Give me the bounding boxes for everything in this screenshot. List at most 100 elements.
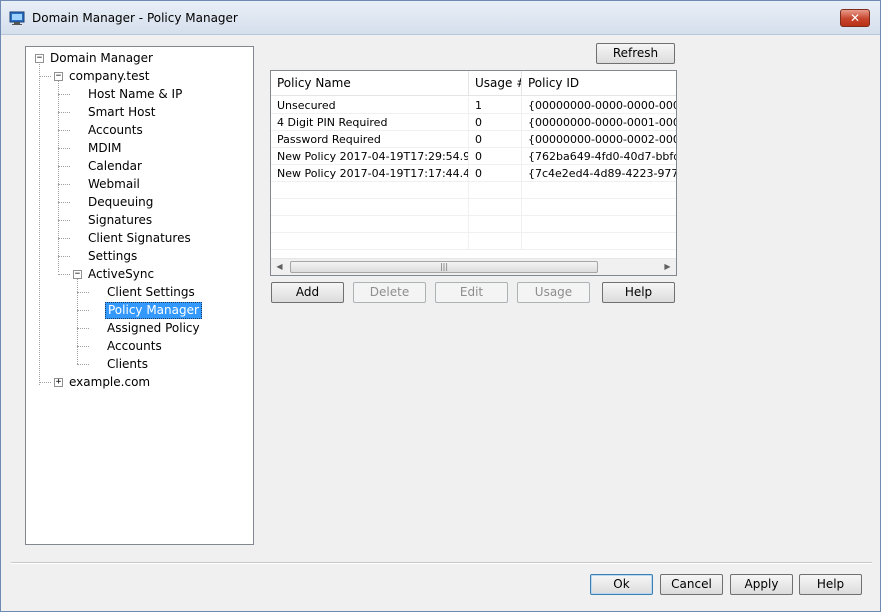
tree-item-mdim[interactable]: MDIM: [86, 140, 124, 157]
usage-cell: 1: [469, 97, 522, 114]
empty-cell: [469, 182, 522, 199]
tree-connector: [77, 364, 89, 365]
policy-id-cell: {00000000-0000-0001-0000-00: [528, 116, 676, 129]
tree-connector: [58, 202, 70, 203]
tree-connector: [39, 59, 40, 385]
table-row[interactable]: Password Required 0 {00000000-0000-0002-…: [271, 131, 676, 148]
tree-item-clients[interactable]: Clients: [105, 356, 150, 373]
tree-connector: [58, 256, 70, 257]
tree-item-activesync-accounts[interactable]: Accounts: [105, 338, 164, 355]
tree-item-client-settings[interactable]: Client Settings: [105, 284, 197, 301]
policy-id-cell: {762ba649-4fd0-40d7-bbfd-45: [528, 150, 676, 163]
tree-domain-company-test[interactable]: company.test: [67, 68, 151, 85]
tree-item-smart-host[interactable]: Smart Host: [86, 104, 157, 121]
tree-connector: [77, 278, 78, 364]
tree-connector: [58, 80, 59, 272]
tree-item-webmail[interactable]: Webmail: [86, 176, 142, 193]
close-button[interactable]: ✕: [840, 9, 870, 27]
expand-toggle-example-com[interactable]: +: [54, 378, 63, 387]
column-header-usage[interactable]: Usage #: [469, 71, 522, 96]
title-bar: Domain Manager - Policy Manager ✕: [1, 1, 880, 35]
table-row[interactable]: New Policy 2017-04-19T17:17:44.462Z 0 {7…: [271, 165, 676, 182]
cancel-button[interactable]: Cancel: [660, 574, 723, 595]
empty-cell: [469, 216, 522, 233]
tree-connector: [58, 238, 70, 239]
tree-connector: [58, 148, 70, 149]
domain-tree[interactable]: − Domain Manager − company.test Host Nam…: [25, 46, 254, 545]
tree-connector: [77, 346, 89, 347]
policy-id-cell: {00000000-0000-0002-0000-00: [528, 133, 676, 146]
collapse-toggle-company-test[interactable]: −: [54, 72, 63, 81]
domain-manager-app-icon: [9, 11, 25, 25]
tree-root-domain-manager[interactable]: Domain Manager: [48, 50, 155, 67]
usage-cell: 0: [469, 114, 522, 131]
usage-cell: 0: [469, 165, 522, 182]
tree-connector: [58, 166, 70, 167]
tree-item-host-name-ip[interactable]: Host Name & IP: [86, 86, 184, 103]
empty-row: [271, 216, 676, 233]
scroll-left-icon[interactable]: ◀: [271, 259, 288, 275]
policy-name-cell: New Policy 2017-04-19T17:29:54.968Z: [271, 148, 469, 165]
usage-cell: 0: [469, 131, 522, 148]
collapse-toggle-domain-manager[interactable]: −: [35, 54, 44, 63]
tree-connector: [39, 382, 51, 383]
tree-item-dequeuing[interactable]: Dequeuing: [86, 194, 155, 211]
column-header-policy-name[interactable]: Policy Name: [271, 71, 469, 96]
help-button[interactable]: Help: [602, 282, 675, 303]
refresh-button[interactable]: Refresh: [596, 43, 675, 64]
empty-cell: [271, 199, 469, 216]
scrollbar-thumb[interactable]: |||: [290, 261, 598, 273]
tree-connector: [58, 220, 70, 221]
tree-item-accounts[interactable]: Accounts: [86, 122, 145, 139]
table-row[interactable]: 4 Digit PIN Required 0 {00000000-0000-00…: [271, 114, 676, 131]
delete-button[interactable]: Delete: [353, 282, 426, 303]
usage-cell: 0: [469, 148, 522, 165]
empty-cell: [271, 216, 469, 233]
usage-button[interactable]: Usage: [517, 282, 590, 303]
ok-button[interactable]: Ok: [590, 574, 653, 595]
footer-help-button[interactable]: Help: [799, 574, 862, 595]
column-header-policy-id[interactable]: Policy ID: [522, 71, 676, 96]
scroll-right-icon[interactable]: ▶: [659, 259, 676, 275]
tree-connector: [58, 130, 70, 131]
empty-cell: [271, 182, 469, 199]
table-row[interactable]: Unsecured 1 {00000000-0000-0000-0000-00: [271, 97, 676, 114]
empty-cell: [469, 199, 522, 216]
tree-item-policy-manager[interactable]: Policy Manager: [105, 302, 202, 319]
tree-connector: [58, 274, 70, 275]
tree-item-client-signatures[interactable]: Client Signatures: [86, 230, 193, 247]
horizontal-scrollbar[interactable]: ◀ ||| ▶: [271, 258, 676, 275]
tree-connector: [77, 328, 89, 329]
policy-name-cell: New Policy 2017-04-19T17:17:44.462Z: [271, 165, 469, 182]
tree-item-assigned-policy[interactable]: Assigned Policy: [105, 320, 202, 337]
tree-domain-example-com[interactable]: example.com: [67, 374, 152, 391]
empty-cell: [469, 233, 522, 250]
apply-button[interactable]: Apply: [730, 574, 793, 595]
empty-row: [271, 199, 676, 216]
tree-connector: [77, 292, 89, 293]
tree-item-settings[interactable]: Settings: [86, 248, 139, 265]
empty-cell: [271, 233, 469, 250]
dialog-window: Domain Manager - Policy Manager ✕ − Doma…: [0, 0, 881, 612]
tree-connector: [77, 310, 89, 311]
policy-name-cell: 4 Digit PIN Required: [271, 114, 469, 131]
policy-id-cell: {7c4e2ed4-4d89-4223-9770-f4: [528, 167, 676, 180]
add-button[interactable]: Add: [271, 282, 344, 303]
policy-list[interactable]: Policy Name Usage # Policy ID Unsecured …: [270, 70, 677, 276]
empty-row: [271, 233, 676, 250]
table-row[interactable]: New Policy 2017-04-19T17:29:54.968Z 0 {7…: [271, 148, 676, 165]
tree-connector: [58, 184, 70, 185]
tree-item-calendar[interactable]: Calendar: [86, 158, 144, 175]
tree-connector: [58, 112, 70, 113]
policy-name-cell: Unsecured: [271, 97, 469, 114]
tree-connector: [39, 76, 51, 77]
policy-list-header: Policy Name Usage # Policy ID: [271, 71, 676, 96]
edit-button[interactable]: Edit: [435, 282, 508, 303]
footer-divider: [11, 562, 872, 564]
tree-item-signatures[interactable]: Signatures: [86, 212, 154, 229]
collapse-toggle-activesync[interactable]: −: [73, 270, 82, 279]
tree-item-activesync[interactable]: ActiveSync: [86, 266, 156, 283]
tree-connector: [58, 94, 70, 95]
window-title: Domain Manager - Policy Manager: [32, 11, 238, 25]
close-icon: ✕: [849, 11, 861, 25]
